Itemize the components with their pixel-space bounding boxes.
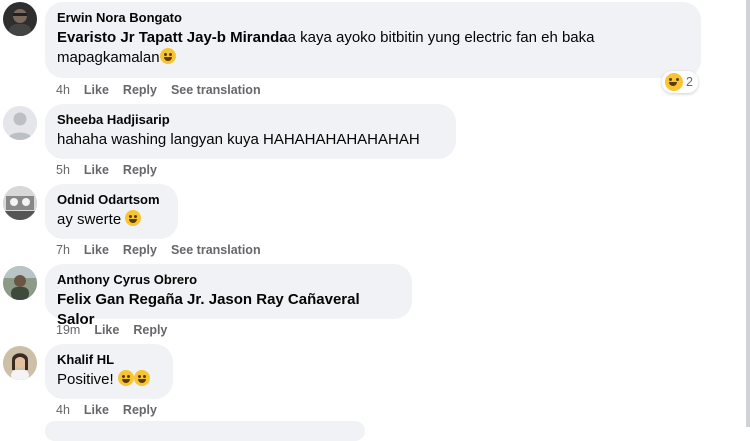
reply-button[interactable]: Reply bbox=[133, 322, 167, 338]
next-comment-bubble bbox=[45, 421, 365, 441]
comment-actions: 4h Like Reply See translation bbox=[56, 82, 261, 98]
reply-button[interactable]: Reply bbox=[123, 82, 157, 98]
like-button[interactable]: Like bbox=[94, 322, 119, 338]
profile-photo-dark-icon bbox=[3, 2, 37, 36]
comment-actions: 7h Like Reply See translation bbox=[56, 242, 261, 258]
comment-text: Positive! bbox=[57, 370, 161, 390]
profile-photo-woman-icon bbox=[3, 346, 37, 380]
like-button[interactable]: Like bbox=[84, 402, 109, 418]
comment-actions: 4h Like Reply bbox=[56, 402, 157, 418]
comment-bubble: Erwin Nora Bongato Evaristo Jr Tapatt Ja… bbox=[45, 2, 701, 78]
reaction-summary[interactable]: 2 bbox=[662, 71, 698, 93]
grinning-squint-emoji-icon bbox=[159, 48, 176, 64]
comment-text: ay swerte bbox=[57, 210, 166, 230]
reply-button[interactable]: Reply bbox=[123, 402, 157, 418]
comment-timestamp[interactable]: 7h bbox=[56, 242, 70, 258]
comment-author[interactable]: Odnid Odartsom bbox=[57, 192, 166, 208]
reply-button[interactable]: Reply bbox=[123, 162, 157, 178]
rolling-laughing-emoji-icon bbox=[133, 370, 150, 386]
haha-reaction-icon bbox=[665, 73, 683, 91]
reply-button[interactable]: Reply bbox=[123, 242, 157, 258]
comment-bubble: Anthony Cyrus Obrero Felix Gan Regaña Jr… bbox=[45, 264, 412, 328]
comment-actions: 19m Like Reply bbox=[56, 322, 167, 338]
comment-text-line: Positive! bbox=[57, 371, 114, 388]
like-button[interactable]: Like bbox=[84, 242, 109, 258]
avatar[interactable] bbox=[3, 186, 37, 220]
comment-bubble: Odnid Odartsom ay swerte bbox=[45, 184, 178, 239]
comment-text-line: mapagkamalan bbox=[57, 49, 160, 66]
comment-text-line: a kaya ayoko bitbitin yung electric fan … bbox=[287, 29, 595, 46]
mention-link[interactable]: Evaristo Jr Tapatt Jay-b Miranda bbox=[57, 29, 288, 46]
comment-bubble: Khalif HL Positive! bbox=[45, 344, 173, 399]
comment-timestamp[interactable]: 4h bbox=[56, 402, 70, 418]
like-button[interactable]: Like bbox=[84, 162, 109, 178]
comment-actions: 5h Like Reply bbox=[56, 162, 157, 178]
default-profile-icon bbox=[3, 106, 37, 140]
comment-author[interactable]: Sheeba Hadjisarip bbox=[57, 112, 444, 128]
profile-photo-outdoor-icon bbox=[3, 266, 37, 300]
comment-text-line: ay swerte bbox=[57, 211, 122, 228]
comment-text: Evaristo Jr Tapatt Jay-b Mirandaa kaya a… bbox=[57, 28, 689, 68]
see-translation-link[interactable]: See translation bbox=[171, 82, 261, 98]
comment-timestamp[interactable]: 4h bbox=[56, 82, 70, 98]
comment-author[interactable]: Khalif HL bbox=[57, 352, 161, 368]
comment-timestamp[interactable]: 5h bbox=[56, 162, 70, 178]
comment-author[interactable]: Erwin Nora Bongato bbox=[57, 10, 689, 26]
avatar[interactable] bbox=[3, 346, 37, 380]
see-translation-link[interactable]: See translation bbox=[171, 242, 261, 258]
comment-author[interactable]: Anthony Cyrus Obrero bbox=[57, 272, 400, 288]
avatar[interactable] bbox=[3, 266, 37, 300]
comment-bubble: Sheeba Hadjisarip hahaha washing langyan… bbox=[45, 104, 456, 159]
avatar[interactable] bbox=[3, 2, 37, 36]
smiling-emoji-icon bbox=[125, 210, 142, 226]
comment-text: hahaha washing langyan kuya HAHAHAHAHAHA… bbox=[57, 131, 420, 148]
avatar[interactable] bbox=[3, 106, 37, 140]
like-button[interactable]: Like bbox=[84, 82, 109, 98]
reaction-count: 2 bbox=[686, 75, 693, 89]
scrollbar-edge[interactable] bbox=[746, 0, 750, 427]
comment-timestamp[interactable]: 19m bbox=[56, 322, 80, 338]
rolling-laughing-emoji-icon bbox=[117, 370, 134, 386]
profile-photo-bw-icon bbox=[3, 186, 37, 220]
